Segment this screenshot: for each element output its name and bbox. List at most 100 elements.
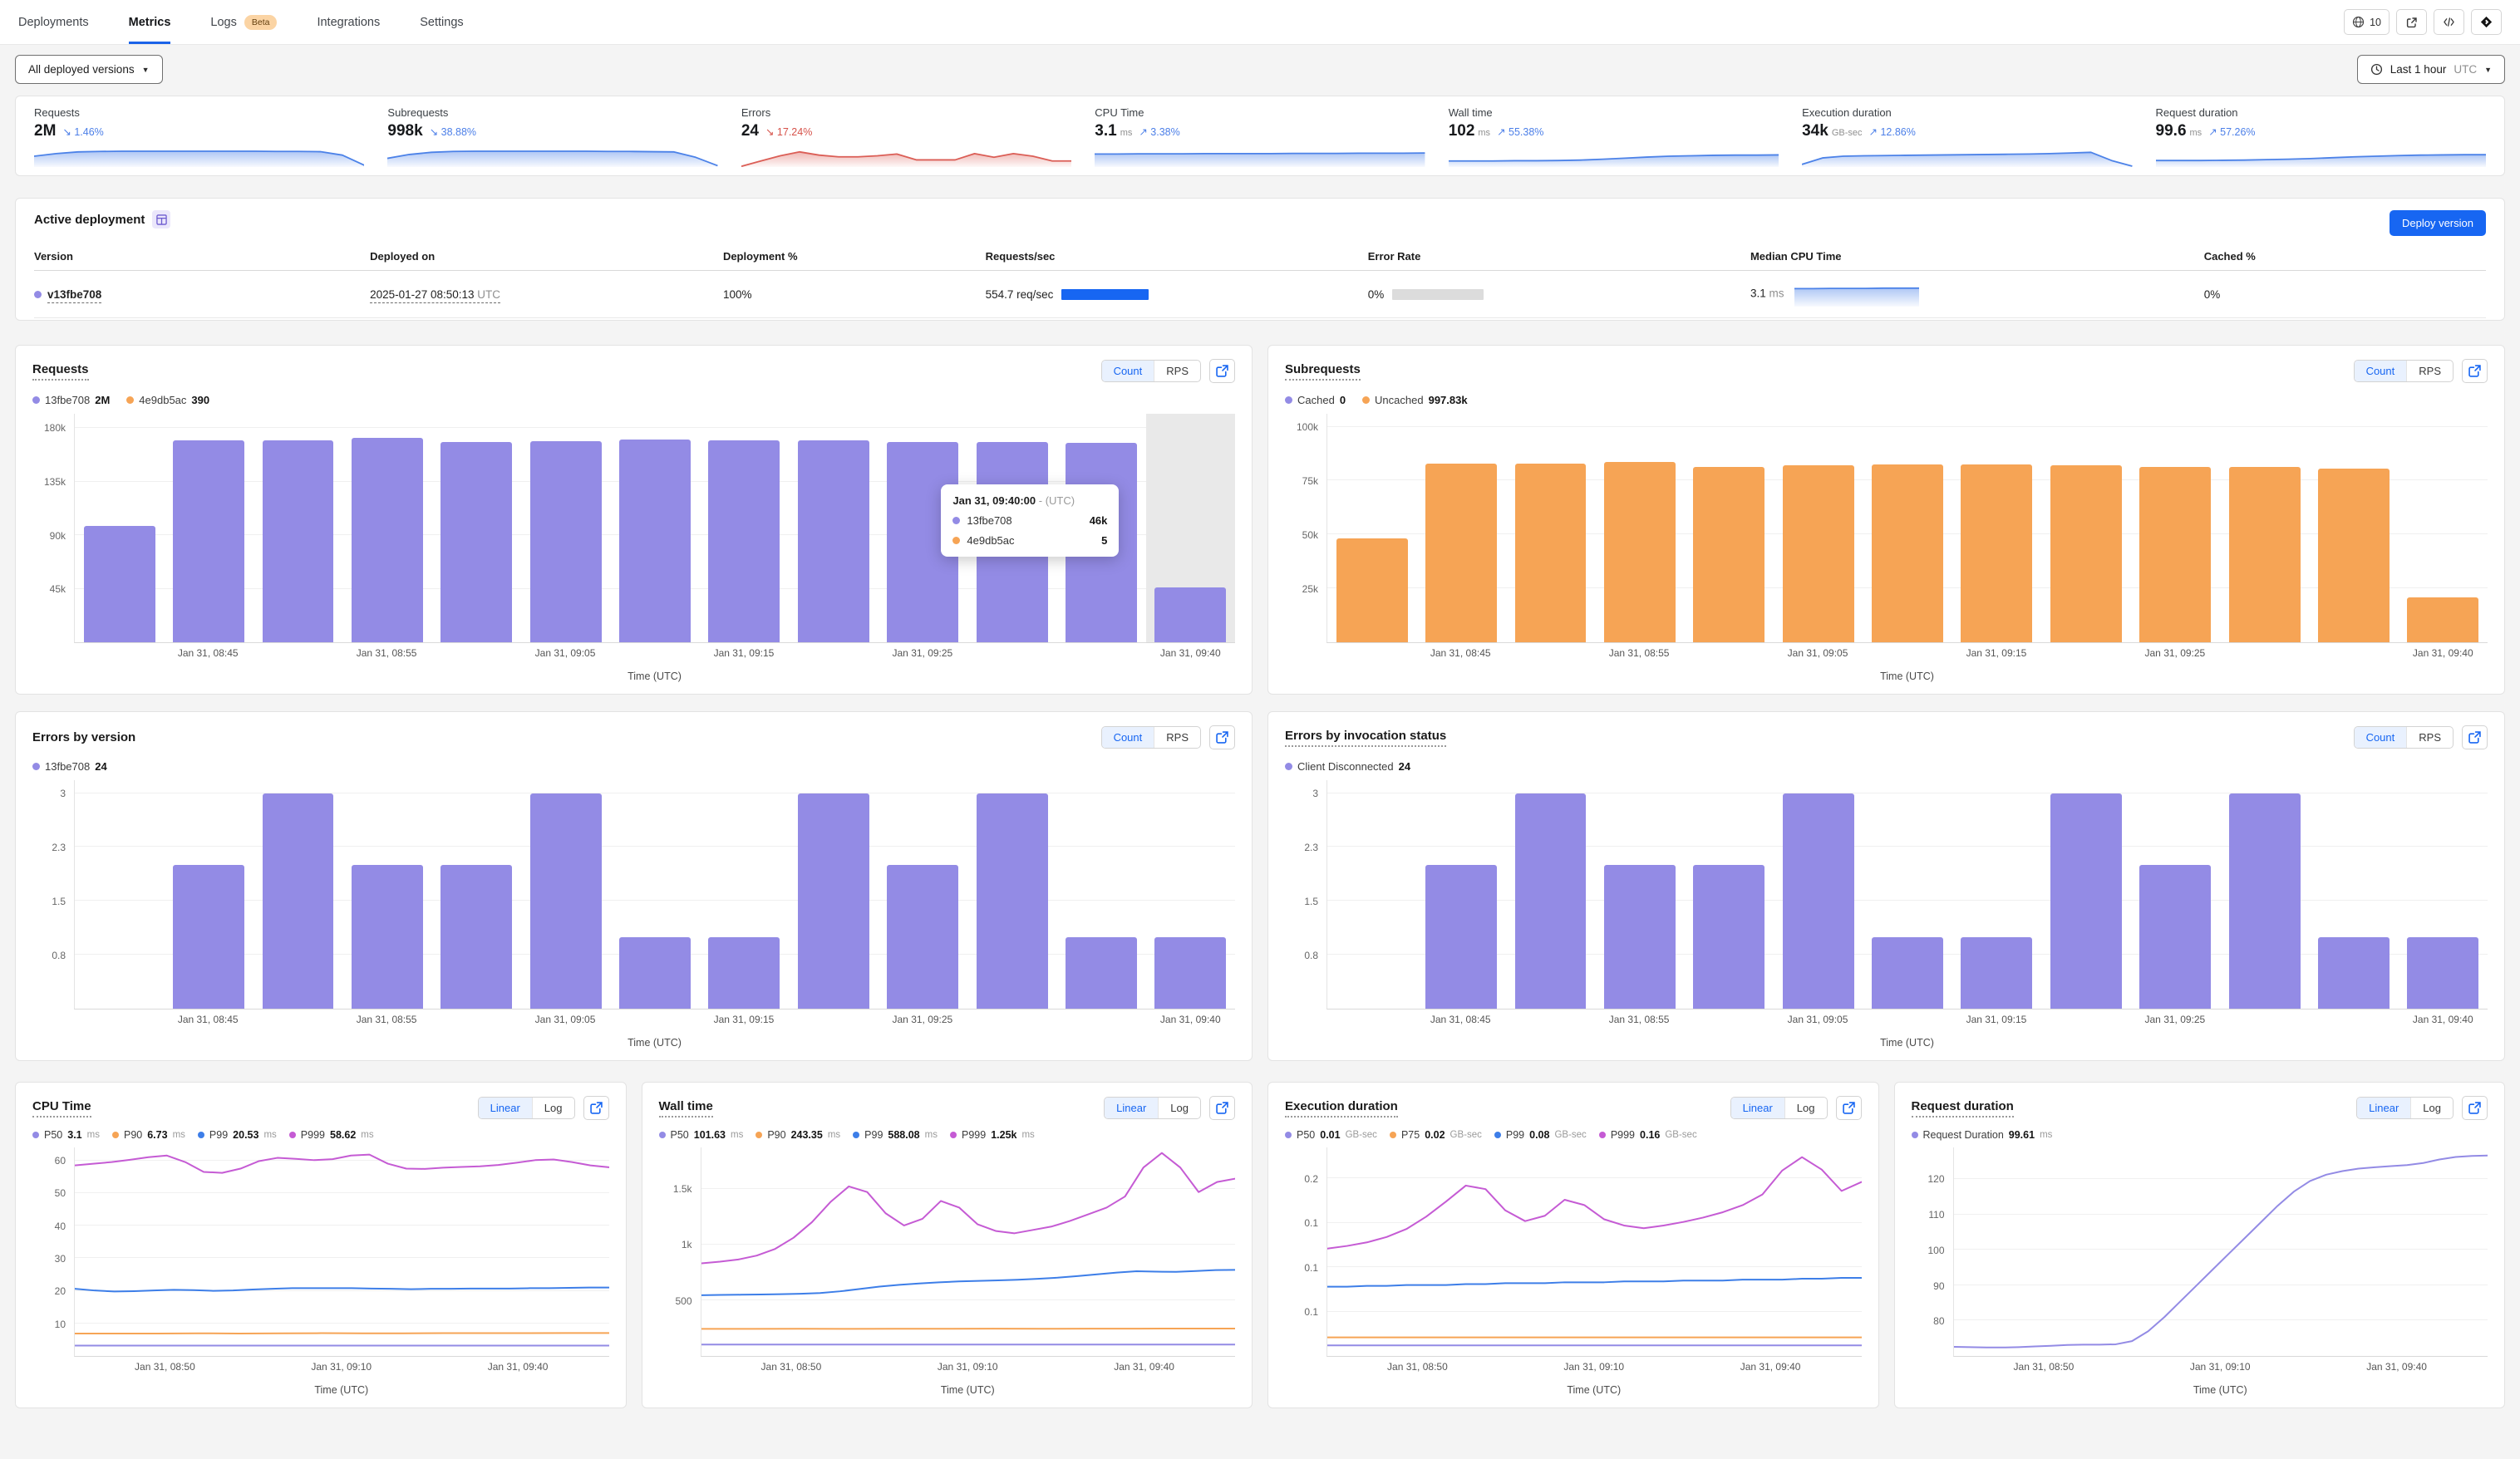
toggle-count[interactable]: Count [2354, 727, 2407, 748]
bar-slot[interactable] [610, 414, 699, 642]
bar-slot[interactable] [1774, 780, 1863, 1009]
bar-slot[interactable] [789, 414, 878, 642]
legend-item[interactable]: P90 243.35 ms [756, 1129, 840, 1141]
bar-slot[interactable] [2131, 414, 2220, 642]
bar-slot[interactable] [432, 414, 521, 642]
legend-item[interactable]: P50 101.63 ms [658, 1129, 743, 1141]
legend-item[interactable]: 4e9db5ac 390 [126, 394, 209, 406]
bar-slot[interactable] [2399, 780, 2488, 1009]
toggle-rps[interactable]: RPS [1154, 727, 1200, 748]
workers-logo-button[interactable] [2471, 9, 2502, 35]
toggle-linear[interactable]: Linear [1105, 1098, 1159, 1118]
expand-chart-button[interactable] [2462, 725, 2488, 749]
legend-item[interactable]: Uncached 997.83k [1362, 394, 1468, 406]
legend-item[interactable]: P999 1.25k ms [949, 1129, 1035, 1141]
toggle-linear[interactable]: Linear [1730, 1098, 1784, 1118]
legend-item[interactable]: 13fbe708 2M [32, 394, 110, 406]
toggle-rps[interactable]: RPS [2406, 361, 2453, 381]
bar-slot[interactable] [1952, 414, 2041, 642]
bar-slot[interactable] [164, 780, 253, 1009]
toggle-log[interactable]: Log [1784, 1098, 1827, 1118]
bar-slot[interactable] [2220, 414, 2309, 642]
legend-item[interactable]: Cached 0 [1285, 394, 1346, 406]
legend-item[interactable]: P99 588.08 ms [853, 1129, 938, 1141]
bar-slot[interactable] [1416, 780, 1505, 1009]
expand-chart-button[interactable] [2462, 359, 2488, 383]
bar-slot[interactable] [2220, 780, 2309, 1009]
tab-metrics[interactable]: Metrics [128, 0, 170, 44]
deployment-grid-icon[interactable] [152, 210, 171, 228]
bar-slot[interactable] [521, 780, 610, 1009]
bar-slot[interactable] [521, 414, 610, 642]
legend-item[interactable]: P50 0.01 GB-sec [1285, 1129, 1377, 1141]
legend-item[interactable]: P90 6.73 ms [111, 1129, 185, 1141]
bar-slot[interactable] [1506, 780, 1595, 1009]
deployed-on-value[interactable]: 2025-01-27 08:50:13 UTC [370, 287, 501, 303]
code-button[interactable] [2434, 9, 2464, 35]
bar-slot[interactable] [1506, 414, 1595, 642]
toggle-count[interactable]: Count [2354, 361, 2407, 381]
bar-slot[interactable] [2309, 414, 2398, 642]
legend-item[interactable]: P50 3.1 ms [32, 1129, 100, 1141]
expand-chart-button[interactable] [1835, 1096, 1862, 1120]
legend-item[interactable]: P99 0.08 GB-sec [1494, 1129, 1587, 1141]
legend-item[interactable]: Request Duration 99.61 ms [1911, 1129, 2052, 1141]
deploy-version-button[interactable]: Deploy version [2390, 210, 2486, 236]
bar-slot[interactable] [2399, 414, 2488, 642]
tab-integrations[interactable]: Integrations [317, 0, 380, 44]
versions-dropdown[interactable]: All deployed versions ▼ [15, 55, 163, 84]
bar-slot[interactable] [879, 780, 967, 1009]
bar-slot[interactable] [1145, 414, 1236, 642]
bar-slot[interactable] [75, 414, 164, 642]
version-link[interactable]: v13fbe708 [47, 287, 102, 303]
legend-item[interactable]: P999 58.62 ms [288, 1129, 374, 1141]
bar-slot[interactable] [1685, 414, 1774, 642]
bar-slot[interactable] [1327, 780, 1416, 1009]
legend-item[interactable]: P75 0.02 GB-sec [1389, 1129, 1482, 1141]
expand-chart-button[interactable] [583, 1096, 609, 1120]
bar-slot[interactable] [2131, 780, 2220, 1009]
toggle-count[interactable]: Count [1101, 727, 1154, 748]
bar-slot[interactable] [1146, 780, 1235, 1009]
bar-slot[interactable] [75, 780, 164, 1009]
bar-slot[interactable] [1327, 414, 1416, 642]
bar-slot[interactable] [342, 414, 431, 642]
toggle-log[interactable]: Log [531, 1098, 574, 1118]
bar-slot[interactable] [700, 414, 789, 642]
bar-slot[interactable] [432, 780, 521, 1009]
bar-slot[interactable] [1685, 780, 1774, 1009]
bar-slot[interactable] [342, 780, 431, 1009]
legend-item[interactable]: P99 20.53 ms [197, 1129, 277, 1141]
expand-chart-button[interactable] [1209, 359, 1235, 383]
bar-slot[interactable] [967, 780, 1056, 1009]
legend-item[interactable]: Client Disconnected 24 [1285, 760, 1410, 773]
bar-slot[interactable] [1056, 780, 1145, 1009]
bar-slot[interactable] [1595, 414, 1684, 642]
tab-deployments[interactable]: Deployments [18, 0, 89, 44]
bar-slot[interactable] [164, 414, 253, 642]
bar-slot[interactable] [1863, 414, 1952, 642]
bar-slot[interactable] [1952, 780, 2041, 1009]
expand-chart-button[interactable] [1209, 1096, 1235, 1120]
open-external-button[interactable] [2396, 9, 2427, 35]
tab-logs[interactable]: Logs Beta [210, 0, 278, 44]
bar-slot[interactable] [610, 780, 699, 1009]
bar-slot[interactable] [2309, 780, 2398, 1009]
toggle-linear[interactable]: Linear [478, 1098, 532, 1118]
legend-item[interactable]: 13fbe708 24 [32, 760, 107, 773]
bar-slot[interactable] [1774, 414, 1863, 642]
toggle-linear[interactable]: Linear [2357, 1098, 2411, 1118]
toggle-count[interactable]: Count [1101, 361, 1154, 381]
toggle-log[interactable]: Log [1158, 1098, 1200, 1118]
bar-slot[interactable] [700, 780, 789, 1009]
expand-chart-button[interactable] [2462, 1096, 2488, 1120]
toggle-log[interactable]: Log [2410, 1098, 2453, 1118]
time-range-dropdown[interactable]: Last 1 hour UTC ▼ [2356, 55, 2505, 84]
bar-slot[interactable] [789, 780, 878, 1009]
bar-slot[interactable] [2041, 414, 2130, 642]
bar-slot[interactable] [1863, 780, 1952, 1009]
globe-count-button[interactable]: 10 [2344, 9, 2390, 35]
expand-chart-button[interactable] [1209, 725, 1235, 749]
bar-slot[interactable] [253, 780, 342, 1009]
bar-slot[interactable] [1595, 780, 1684, 1009]
